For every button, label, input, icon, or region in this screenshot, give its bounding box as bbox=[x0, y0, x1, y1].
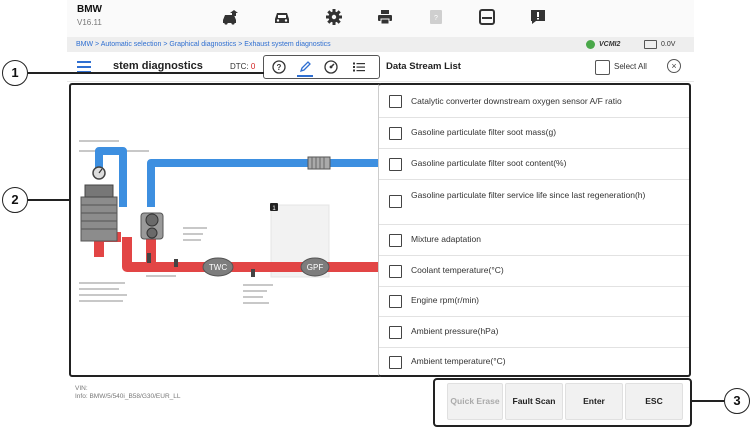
select-all-checkbox[interactable] bbox=[595, 60, 610, 75]
vci-status: VCMI2 bbox=[599, 41, 621, 48]
help-icon[interactable]: ? bbox=[271, 59, 287, 75]
data-stream-item[interactable]: Gasoline particulate filter soot mass(g) bbox=[379, 117, 689, 149]
item-label: Gasoline particulate filter soot mass(g) bbox=[411, 127, 557, 137]
data-stream-item[interactable]: Gasoline particulate filter soot content… bbox=[379, 148, 689, 180]
gpf-label: GPF bbox=[307, 263, 324, 272]
data-stream-title: Data Stream List bbox=[386, 61, 461, 72]
twc-label: TWC bbox=[209, 263, 227, 272]
item-label: Engine rpm(r/min) bbox=[411, 295, 480, 305]
battery-voltage: 0.0V bbox=[661, 41, 676, 48]
data-stream-item[interactable]: Catalytic converter downstream oxygen se… bbox=[379, 85, 689, 118]
callout-3-leader bbox=[689, 400, 724, 402]
data-stream-list: Catalytic converter downstream oxygen se… bbox=[378, 83, 691, 377]
item-label: Ambient temperature(°C) bbox=[411, 356, 506, 366]
data-stream-item[interactable]: Coolant temperature(°C) bbox=[379, 255, 689, 287]
callout-2: 2 bbox=[2, 187, 28, 213]
item-checkbox[interactable] bbox=[389, 295, 402, 308]
vehicle-brand: BMW bbox=[77, 4, 102, 15]
data-stream-item[interactable]: Gasoline particulate filter service life… bbox=[379, 179, 689, 225]
vci-connection-icon bbox=[586, 40, 595, 49]
exhaust-system-diagram[interactable]: 1 TWC GPF bbox=[69, 83, 382, 377]
item-checkbox[interactable] bbox=[389, 234, 402, 247]
vehicle-info-text: Info: BMW/5/540i_B58/G30/EUR_LL bbox=[75, 393, 181, 400]
callout-3: 3 bbox=[724, 388, 750, 414]
item-label: Gasoline particulate filter service life… bbox=[411, 190, 646, 200]
quick-erase-button[interactable]: Quick Erase bbox=[447, 383, 503, 420]
item-label: Gasoline particulate filter soot content… bbox=[411, 158, 567, 168]
item-label: Mixture adaptation bbox=[411, 234, 481, 244]
vehicle-icon[interactable] bbox=[272, 8, 292, 26]
save-icon[interactable] bbox=[477, 8, 497, 26]
data-stream-item[interactable]: Ambient pressure(hPa) bbox=[379, 316, 689, 348]
home-car-icon[interactable] bbox=[220, 8, 240, 26]
breadcrumb-bar: BMW > Automatic selection > Graphical di… bbox=[67, 37, 694, 52]
diagram-toolbar: ? bbox=[263, 55, 380, 79]
callout-1: 1 bbox=[2, 60, 28, 86]
exhaust-diagram-svg: 1 TWC GPF bbox=[79, 140, 380, 304]
item-checkbox[interactable] bbox=[389, 158, 402, 171]
title-row: stem diagnostics DTC: 0 ? Data Stream Li… bbox=[67, 52, 694, 82]
action-button-group: Quick Erase Fault Scan Enter ESC bbox=[433, 378, 692, 427]
gauge-icon[interactable] bbox=[323, 59, 339, 75]
dtc-label: DTC: bbox=[230, 62, 249, 71]
enter-button[interactable]: Enter bbox=[565, 383, 623, 420]
breadcrumb[interactable]: BMW > Automatic selection > Graphical di… bbox=[76, 37, 331, 52]
callout-2-leader bbox=[28, 199, 69, 201]
list-icon[interactable] bbox=[351, 59, 367, 75]
callout-1-leader bbox=[28, 72, 264, 74]
software-version: V16.11 bbox=[77, 18, 102, 27]
item-checkbox[interactable] bbox=[389, 326, 402, 339]
edit-pen-icon[interactable] bbox=[297, 59, 313, 77]
select-all-label: Select All bbox=[614, 62, 647, 71]
page-title: stem diagnostics bbox=[113, 60, 203, 72]
svg-text:?: ? bbox=[277, 63, 282, 72]
data-stream-item[interactable]: Mixture adaptation bbox=[379, 224, 689, 256]
item-label: Coolant temperature(°C) bbox=[411, 265, 504, 275]
settings-gear-icon[interactable] bbox=[324, 8, 344, 26]
close-icon[interactable]: × bbox=[667, 59, 681, 73]
data-stream-item[interactable]: Engine rpm(r/min) bbox=[379, 286, 689, 317]
print-icon[interactable] bbox=[375, 8, 395, 26]
battery-icon bbox=[644, 40, 657, 49]
item-checkbox[interactable] bbox=[389, 127, 402, 140]
top-header: BMW V16.11 ? bbox=[67, 0, 694, 38]
item-checkbox[interactable] bbox=[389, 356, 402, 369]
report-icon-disabled[interactable]: ? bbox=[426, 8, 446, 26]
vehicle-info: VIN: Info: BMW/5/540i_B58/G30/EUR_LL bbox=[75, 385, 181, 401]
dtc-counter: DTC: 0 bbox=[230, 62, 255, 71]
data-stream-item[interactable]: Ambient temperature(°C) bbox=[379, 347, 689, 375]
dtc-count: 0 bbox=[250, 62, 256, 71]
esc-button[interactable]: ESC bbox=[625, 383, 683, 420]
item-label: Catalytic converter downstream oxygen se… bbox=[411, 96, 622, 106]
fault-scan-button[interactable]: Fault Scan bbox=[505, 383, 563, 420]
item-checkbox[interactable] bbox=[389, 95, 402, 108]
item-checkbox[interactable] bbox=[389, 265, 402, 278]
svg-text:?: ? bbox=[434, 15, 438, 22]
feedback-icon[interactable] bbox=[528, 8, 548, 26]
vin-label: VIN: bbox=[75, 385, 88, 392]
item-checkbox[interactable] bbox=[389, 195, 402, 208]
item-label: Ambient pressure(hPa) bbox=[411, 326, 499, 336]
